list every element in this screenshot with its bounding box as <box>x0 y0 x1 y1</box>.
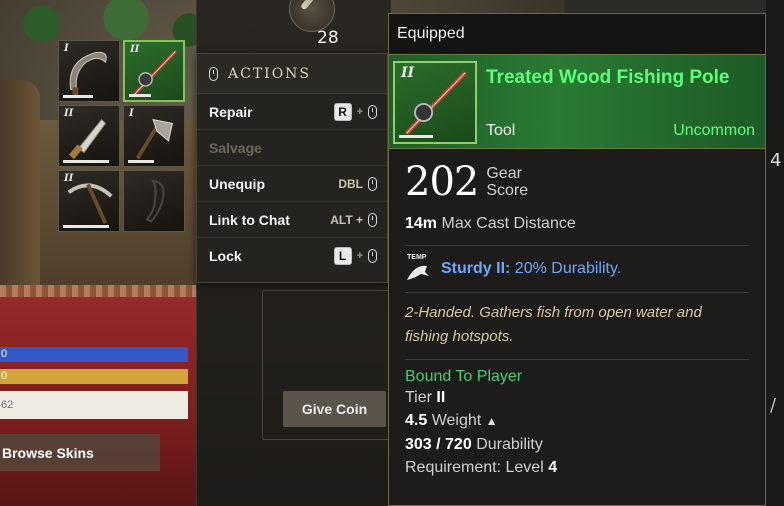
perk-row: TEMP Sturdy II: 20% Durability. <box>405 246 749 292</box>
right-panel-value: 4 <box>770 150 782 171</box>
actions-menu: ACTIONS Repair R + Salvage Unequip DBL L… <box>196 53 388 283</box>
action-label: Lock <box>209 248 242 264</box>
tool-slot-hatchet[interactable]: I <box>123 105 185 167</box>
item-name: Treated Wood Fishing Pole <box>486 67 730 88</box>
tier-label: Tier <box>405 389 432 406</box>
durability-bar <box>129 94 151 97</box>
requirement-label: Requirement: Level <box>405 459 544 476</box>
fishing-pole-icon <box>404 70 468 136</box>
perk-text: Sturdy II: 20% Durability. <box>441 260 621 278</box>
modifier-alt: ALT + <box>330 212 363 227</box>
tool-slot-skinning-knife[interactable]: II <box>58 105 120 167</box>
top-bar-strip <box>565 0 765 14</box>
item-tooltip: Equipped II Treated Wood Fishing Pole To… <box>388 13 766 506</box>
gear-score-row: 202 Gear Score <box>405 149 749 215</box>
hotkey: ALT + <box>330 212 377 227</box>
tooltip-body: 202 Gear Score 14m Max Cast Distance TEM… <box>389 149 765 479</box>
action-label: Unequip <box>209 175 265 192</box>
action-label: Repair <box>209 103 253 120</box>
pickaxe-icon <box>67 183 113 225</box>
modifier-dbl: DBL <box>338 176 363 191</box>
key-r: R <box>333 102 352 121</box>
max-cast-label: Max Cast Distance <box>441 215 576 232</box>
tool-slot-empty[interactable] <box>123 170 185 232</box>
max-cast-row: 14m Max Cast Distance <box>405 215 749 245</box>
tool-slots-grid: I II II I II <box>58 40 188 234</box>
divider <box>405 359 749 360</box>
bound-status: Bound To Player <box>405 368 523 385</box>
item-rarity: Uncommon <box>673 122 755 139</box>
right-panel-slash-icon: / <box>770 395 777 416</box>
action-label: Link to Chat <box>209 211 290 228</box>
fish-perk-icon: TEMP <box>405 254 433 284</box>
gear-score-label: Gear Score <box>486 165 529 199</box>
action-unequip[interactable]: Unequip DBL <box>197 166 387 202</box>
mouse-icon <box>368 104 377 119</box>
durability-bar <box>63 225 109 228</box>
durability-row: 303 / 720 Durability <box>405 433 749 456</box>
plus-icon: + <box>356 250 363 262</box>
perk-description: 20% Durability. <box>514 260 622 277</box>
perk-name: Sturdy II: <box>441 260 511 277</box>
tooltip-header: Equipped <box>389 14 765 54</box>
durability-bar <box>63 160 109 163</box>
hatchet-icon <box>135 118 173 160</box>
weight-label: Weight <box>431 412 482 429</box>
ammo-slot[interactable]: 28 <box>283 0 343 48</box>
item-type: Tool <box>486 122 516 139</box>
tier-row: Tier II <box>405 386 749 409</box>
gear-score: 202 <box>405 159 479 205</box>
durability-value: 303 / 720 <box>405 436 472 453</box>
actions-title: ACTIONS <box>228 65 312 82</box>
actions-header: ACTIONS <box>197 54 387 94</box>
item-icon-frame: II <box>393 61 477 144</box>
action-lock[interactable]: Lock L + <box>197 238 387 274</box>
browse-skins-button[interactable]: Browse Skins <box>0 434 160 471</box>
tooltip-item-header: II Treated Wood Fishing Pole Tool Uncomm… <box>389 54 765 149</box>
ammo-count: 28 <box>317 28 339 48</box>
action-link-to-chat[interactable]: Link to Chat ALT + <box>197 202 387 238</box>
durability-label: Durability <box>476 436 543 453</box>
action-salvage: Salvage <box>197 130 387 166</box>
perk-badge: TEMP <box>407 254 427 261</box>
hotkey: L + <box>333 247 377 265</box>
tier-value: II <box>436 389 446 406</box>
key-l: L <box>333 247 352 265</box>
tool-slot-pickaxe[interactable]: II <box>58 170 120 232</box>
fishing-pole-icon <box>133 50 177 96</box>
action-label: Salvage <box>209 139 262 156</box>
right-panel-strip <box>766 0 784 506</box>
tool-slot-fishing-pole[interactable]: II <box>123 40 185 102</box>
hotkey: DBL <box>338 176 377 191</box>
requirement-value: 4 <box>548 459 558 476</box>
experience-bar: 62 <box>0 391 188 419</box>
requirement-row: Requirement: Level 4 <box>405 456 749 479</box>
give-coin-button[interactable]: Give Coin <box>283 391 386 427</box>
stamina-bar: 0 <box>0 369 188 384</box>
mouse-icon <box>209 66 218 81</box>
mouse-icon <box>368 212 377 227</box>
action-repair[interactable]: Repair R + <box>197 94 387 130</box>
knife-icon <box>68 118 107 160</box>
durability-bar <box>128 160 154 163</box>
mouse-icon <box>368 176 377 191</box>
hotkey: R + <box>333 102 377 121</box>
empty-slot-icon <box>145 179 165 223</box>
weight-value: 4.5 <box>405 412 428 429</box>
weight-row: 4.5 Weight ▲ <box>405 409 749 433</box>
item-description: 2-Handed. Gathers fish from open water a… <box>405 304 702 345</box>
plus-icon: + <box>356 105 363 118</box>
durability-bar <box>399 135 433 138</box>
sickle-icon <box>69 51 107 98</box>
tool-slot-sickle[interactable]: I <box>58 40 120 102</box>
weight-icon: ▲ <box>485 414 498 428</box>
health-bar: 0 <box>0 347 188 362</box>
durability-bar <box>63 95 93 98</box>
mouse-icon <box>368 249 377 263</box>
max-cast-value: 14m <box>405 215 438 232</box>
